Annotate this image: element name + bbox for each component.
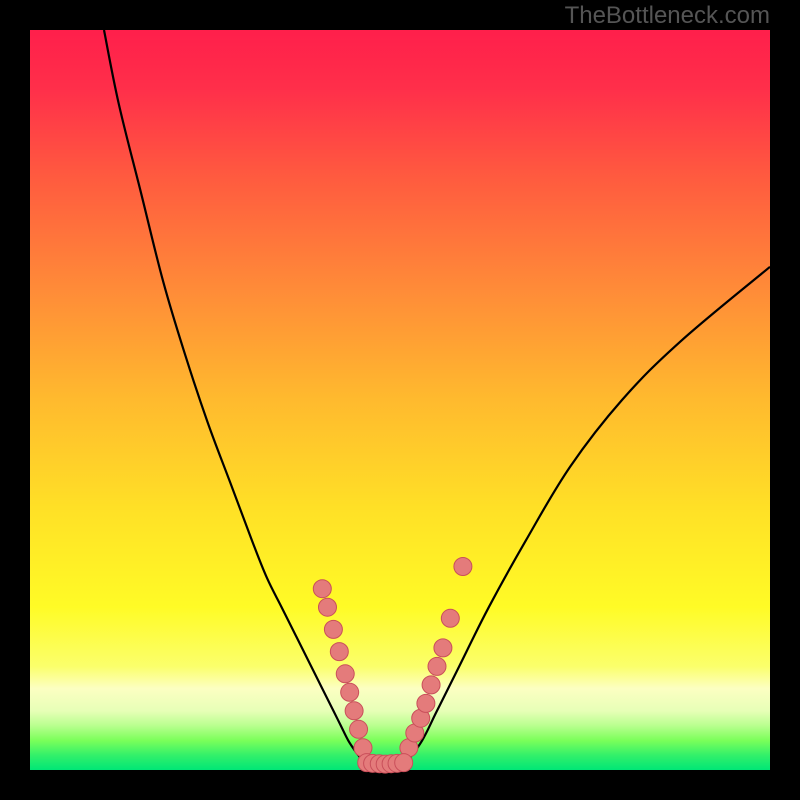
data-point <box>324 620 342 638</box>
outer-frame: TheBottleneck.com <box>0 0 800 800</box>
data-point <box>318 598 336 616</box>
data-point <box>313 580 331 598</box>
data-point <box>441 609 459 627</box>
plot-area <box>30 30 770 770</box>
watermark-label: TheBottleneck.com <box>565 2 770 30</box>
data-point <box>422 676 440 694</box>
data-point <box>330 643 348 661</box>
data-point <box>341 683 359 701</box>
data-markers <box>313 558 472 774</box>
curve-layer <box>30 30 770 770</box>
data-point <box>345 702 363 720</box>
data-point <box>428 657 446 675</box>
data-point <box>336 665 354 683</box>
data-point <box>395 754 413 772</box>
data-point <box>454 558 472 576</box>
data-point <box>434 639 452 657</box>
data-point <box>417 694 435 712</box>
data-point <box>350 720 368 738</box>
